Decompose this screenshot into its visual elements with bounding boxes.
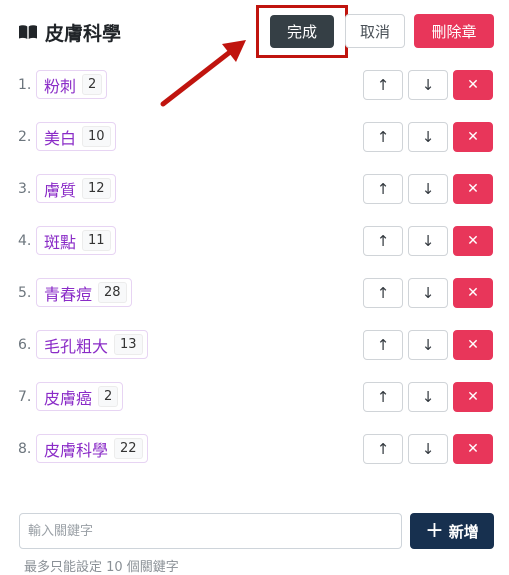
arrow-down-icon: ↓ [421,284,435,302]
arrow-up-icon: ↑ [376,284,390,302]
move-up-button[interactable]: ↑ [363,434,403,464]
keyword-input[interactable] [19,513,402,549]
keyword-count-badge: 2 [82,74,103,95]
keyword-label: 青春痘 [44,284,93,304]
add-button-label: 新增 [448,522,479,541]
chapter-title: 皮膚科學 [45,22,122,45]
arrow-down-icon: ↓ [421,180,435,198]
keyword-label: 膚質 [44,180,77,200]
keyword-tag: 粉刺 2 [36,70,108,99]
close-icon: ✕ [467,389,479,405]
keyword-label: 粉刺 [44,76,77,96]
row-number: 1. [18,77,32,93]
keyword-label: 皮膚科學 [44,440,109,460]
keyword-row: 5. 青春痘 28 ↑ ↓ ✕ [0,278,509,308]
row-number: 3. [18,181,32,197]
keyword-count-badge: 13 [114,334,143,355]
close-icon: ✕ [467,441,479,457]
row-number: 5. [18,285,32,301]
arrow-down-icon: ↓ [421,336,435,354]
keyword-tag: 毛孔粗大 13 [36,330,148,359]
keyword-tag: 美白 10 [36,122,116,151]
remove-keyword-button[interactable]: ✕ [453,122,493,152]
move-up-button[interactable]: ↑ [363,382,403,412]
keyword-label: 斑點 [44,232,77,252]
keyword-label: 毛孔粗大 [44,336,109,356]
arrow-up-icon: ↑ [376,336,390,354]
keyword-tag: 膚質 12 [36,174,116,203]
move-up-button[interactable]: ↑ [363,330,403,360]
remove-keyword-button[interactable]: ✕ [453,174,493,204]
keyword-tag: 皮膚科學 22 [36,434,148,463]
move-down-button[interactable]: ↓ [408,226,448,256]
arrow-down-icon: ↓ [421,128,435,146]
keyword-count-badge: 12 [82,178,111,199]
keyword-row: 2. 美白 10 ↑ ↓ ✕ [0,122,509,152]
arrow-down-icon: ↓ [421,440,435,458]
keyword-count-badge: 22 [114,438,143,459]
move-up-button[interactable]: ↑ [363,278,403,308]
keyword-count-badge: 2 [98,386,119,407]
row-number: 6. [18,337,32,353]
row-number: 8. [18,441,32,457]
arrow-down-icon: ↓ [421,76,435,94]
remove-keyword-button[interactable]: ✕ [453,70,493,100]
move-down-button[interactable]: ↓ [408,434,448,464]
remove-keyword-button[interactable]: ✕ [453,434,493,464]
book-icon [19,25,37,39]
keyword-count-badge: 11 [82,230,111,251]
keyword-label: 美白 [44,128,77,148]
chapter-header: 皮膚科學 [18,14,121,50]
close-icon: ✕ [467,77,479,93]
keyword-row: 7. 皮膚癌 2 ↑ ↓ ✕ [0,382,509,412]
add-keyword-button[interactable]: + 新增 [410,513,494,549]
delete-chapter-button[interactable]: 刪除章 [414,14,494,48]
keyword-row: 1. 粉刺 2 ↑ ↓ ✕ [0,70,509,100]
move-down-button[interactable]: ↓ [408,122,448,152]
plus-icon: + [425,518,444,543]
keyword-limit-hint: 最多只能設定 10 個關鍵字 [24,560,179,575]
arrow-up-icon: ↑ [376,76,390,94]
arrow-up-icon: ↑ [376,440,390,458]
keyword-tag: 斑點 11 [36,226,116,255]
close-icon: ✕ [467,181,479,197]
row-number: 7. [18,389,32,405]
move-up-button[interactable]: ↑ [363,174,403,204]
cancel-button[interactable]: 取消 [345,14,405,48]
arrow-up-icon: ↑ [376,128,390,146]
remove-keyword-button[interactable]: ✕ [453,382,493,412]
arrow-up-icon: ↑ [376,388,390,406]
row-number: 2. [18,129,32,145]
row-number: 4. [18,233,32,249]
close-icon: ✕ [467,233,479,249]
close-icon: ✕ [467,337,479,353]
arrow-down-icon: ↓ [421,232,435,250]
remove-keyword-button[interactable]: ✕ [453,330,493,360]
keyword-row: 3. 膚質 12 ↑ ↓ ✕ [0,174,509,204]
keyword-label: 皮膚癌 [44,388,93,408]
arrow-down-icon: ↓ [421,388,435,406]
remove-keyword-button[interactable]: ✕ [453,278,493,308]
move-down-button[interactable]: ↓ [408,330,448,360]
move-up-button[interactable]: ↑ [363,122,403,152]
move-down-button[interactable]: ↓ [408,278,448,308]
move-down-button[interactable]: ↓ [408,174,448,204]
keyword-count-badge: 28 [98,282,127,303]
move-down-button[interactable]: ↓ [408,70,448,100]
keyword-row: 4. 斑點 11 ↑ ↓ ✕ [0,226,509,256]
arrow-up-icon: ↑ [376,180,390,198]
close-icon: ✕ [467,129,479,145]
keyword-tag: 青春痘 28 [36,278,132,307]
done-button[interactable]: 完成 [270,15,334,48]
remove-keyword-button[interactable]: ✕ [453,226,493,256]
move-up-button[interactable]: ↑ [363,70,403,100]
move-up-button[interactable]: ↑ [363,226,403,256]
keyword-count-badge: 10 [82,126,111,147]
move-down-button[interactable]: ↓ [408,382,448,412]
close-icon: ✕ [467,285,479,301]
keyword-row: 8. 皮膚科學 22 ↑ ↓ ✕ [0,434,509,464]
keyword-tag: 皮膚癌 2 [36,382,124,411]
arrow-up-icon: ↑ [376,232,390,250]
keyword-row: 6. 毛孔粗大 13 ↑ ↓ ✕ [0,330,509,360]
